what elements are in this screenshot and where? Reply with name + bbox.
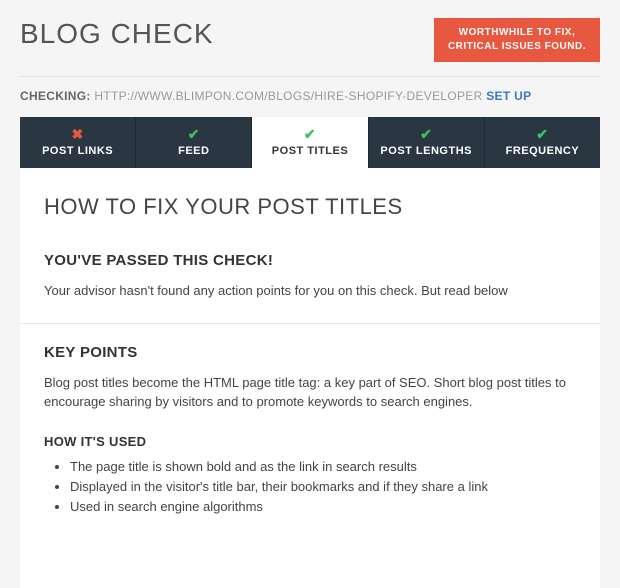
content-panel: HOW TO FIX YOUR POST TITLES YOU'VE PASSE…: [20, 168, 600, 588]
check-icon: ✔: [140, 127, 247, 141]
tab-post-lengths[interactable]: ✔ POST LENGTHS: [369, 117, 485, 168]
list-item: Used in search engine algorithms: [70, 497, 576, 517]
content-heading: HOW TO FIX YOUR POST TITLES: [44, 194, 576, 220]
tabs: ✖ POST LINKS ✔ FEED ✔ POST TITLES ✔ POST…: [20, 117, 600, 168]
section-keypoints-title: KEY POINTS: [44, 344, 576, 361]
section-passed-title: YOU'VE PASSED THIS CHECK!: [44, 252, 576, 269]
check-icon: ✔: [256, 127, 363, 141]
list-item: Displayed in the visitor's title bar, th…: [70, 477, 576, 497]
tab-label: POST LINKS: [42, 145, 113, 157]
section-keypoints-body: Blog post titles become the HTML page ti…: [44, 373, 576, 412]
x-icon: ✖: [24, 127, 131, 141]
section-howused-title: HOW IT'S USED: [44, 434, 576, 449]
tab-frequency[interactable]: ✔ FREQUENCY: [485, 117, 600, 168]
check-icon: ✔: [489, 127, 596, 141]
status-line-1: WORTHWHILE TO FIX,: [448, 26, 586, 40]
section-passed-body: Your advisor hasn't found any action poi…: [44, 281, 576, 301]
tab-post-links[interactable]: ✖ POST LINKS: [20, 117, 136, 168]
checking-label: CHECKING:: [20, 89, 91, 103]
status-line-2: CRITICAL ISSUES FOUND.: [448, 40, 586, 54]
tab-label: POST LENGTHS: [380, 145, 472, 157]
setup-link[interactable]: SET UP: [486, 89, 531, 103]
section-divider: [20, 323, 600, 324]
howused-list: The page title is shown bold and as the …: [44, 457, 576, 517]
status-badge: WORTHWHILE TO FIX, CRITICAL ISSUES FOUND…: [434, 18, 600, 62]
tab-post-titles[interactable]: ✔ POST TITLES: [252, 117, 368, 168]
tab-label: FEED: [178, 145, 209, 157]
tab-label: POST TITLES: [272, 145, 348, 157]
tab-label: FREQUENCY: [506, 145, 580, 157]
list-item: The page title is shown bold and as the …: [70, 457, 576, 477]
tab-feed[interactable]: ✔ FEED: [136, 117, 252, 168]
checking-row: CHECKING: HTTP://WWW.BLIMPON.COM/BLOGS/H…: [0, 77, 620, 117]
checking-url: HTTP://WWW.BLIMPON.COM/BLOGS/HIRE-SHOPIF…: [94, 89, 482, 103]
page-title: BLOG CHECK: [20, 18, 214, 50]
check-icon: ✔: [373, 127, 480, 141]
